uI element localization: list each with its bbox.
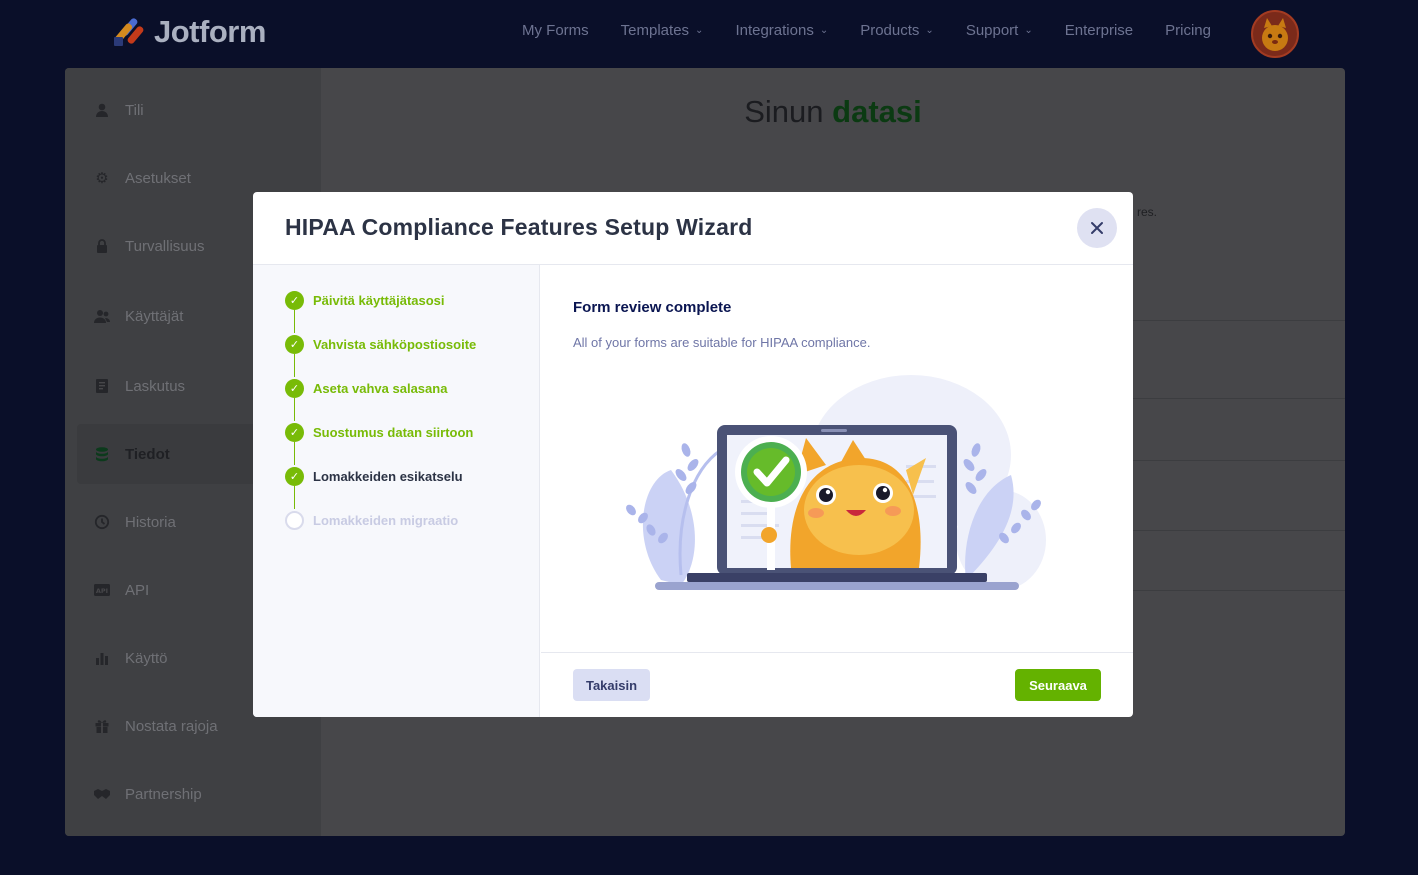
users-icon [93, 307, 111, 325]
sidebar-item-tili[interactable]: Tili [77, 80, 317, 140]
nav-label: My Forms [522, 22, 589, 39]
step-connector [294, 354, 295, 377]
page-title: Sinun datasi [321, 94, 1345, 130]
handshake-icon [93, 785, 111, 803]
nav-label: Products [860, 22, 920, 39]
nav-label: Integrations [735, 22, 814, 39]
check-icon: ✓ [285, 378, 304, 398]
sidebar-item-label: Historia [125, 513, 176, 531]
check-icon: ✓ [285, 466, 304, 486]
gear-icon: ⚙ [95, 170, 109, 187]
step-connector [294, 398, 295, 421]
close-icon [1091, 222, 1103, 234]
nav-label: Templates [620, 22, 690, 39]
svg-text:API: API [96, 587, 108, 595]
step-connector [294, 486, 295, 509]
sidebar-item-label: Käyttö [125, 649, 168, 667]
page-title-highlight: datasi [832, 94, 922, 129]
back-button[interactable]: Takaisin [573, 669, 650, 701]
nav-pricing[interactable]: Pricing [1165, 22, 1211, 39]
sidebar-item-label: Tiedot [125, 445, 170, 463]
sidebar-item-label: API [125, 581, 150, 599]
nav-label: Support [965, 22, 1019, 39]
wizard-step-pending: Lomakkeiden migraatio [285, 510, 458, 530]
chevron-down-icon: ⌄ [695, 25, 704, 36]
wizard-content: Form review complete All of your forms a… [541, 265, 1133, 652]
wizard-step: ✓ Vahvista sähköpostiosoite [285, 334, 476, 354]
wizard-step: ✓ Suostumus datan siirtoon [285, 422, 473, 442]
sidebar-item-label: Partnership [125, 785, 202, 803]
nav-support[interactable]: Support ⌄ [966, 22, 1033, 39]
jotform-logo[interactable]: Jotform [112, 12, 266, 52]
check-icon: ✓ [285, 422, 304, 442]
nav-products[interactable]: Products ⌄ [860, 22, 934, 39]
chevron-down-icon: ⌄ [1024, 25, 1033, 36]
step-label: Päivitä käyttäjätasosi [313, 292, 445, 308]
sidebar-item-label: Turvallisuus [125, 237, 205, 255]
wizard-step: ✓ Päivitä käyttäjätasosi [285, 290, 445, 310]
top-navigation: Jotform My Forms Templates ⌄ Integration… [0, 0, 1418, 68]
step-label: Suostumus datan siirtoon [313, 424, 474, 440]
api-icon: API [93, 581, 111, 599]
mascot-laptop-illustration [626, 375, 1046, 590]
wizard-steps: ✓ Päivitä käyttäjätasosi ✓ Vahvista sähk… [253, 265, 540, 717]
sidebar-item-label: Käyttäjät [125, 307, 184, 325]
nav-templates[interactable]: Templates ⌄ [621, 22, 704, 39]
nav-label: Pricing [1165, 22, 1211, 39]
lock-icon [93, 237, 111, 255]
nav-integrations[interactable]: Integrations ⌄ [735, 22, 828, 39]
nav-my-forms[interactable]: My Forms [522, 22, 589, 39]
sidebar-item-label: Nostata rajoja [125, 717, 218, 735]
modal-footer: Takaisin Seuraava [541, 652, 1133, 717]
step-connector [294, 310, 295, 333]
step-label: Lomakkeiden migraatio [313, 512, 459, 528]
modal-header: HIPAA Compliance Features Setup Wizard [253, 192, 1133, 265]
step-label: Lomakkeiden esikatselu [313, 468, 463, 484]
avatar-mascot-icon [1262, 18, 1288, 51]
sidebar-item-partnership[interactable]: Partnership [77, 764, 317, 824]
nav-label: Enterprise [1064, 22, 1134, 39]
jotform-logo-icon [112, 15, 145, 49]
check-icon: ✓ [285, 290, 304, 310]
invoice-icon [93, 377, 111, 395]
sidebar-item-label: Tili [125, 101, 144, 119]
wizard-step-current: ✓ Lomakkeiden esikatselu [285, 466, 463, 486]
database-icon [93, 445, 111, 463]
close-button[interactable] [1077, 208, 1117, 248]
page-title-prefix: Sinun [744, 94, 824, 129]
step-label: Aseta vahva salasana [313, 380, 448, 396]
check-icon: ✓ [285, 334, 304, 354]
chevron-down-icon: ⌄ [925, 25, 934, 36]
content-description: All of your forms are suitable for HIPAA… [573, 335, 871, 350]
content-title: Form review complete [573, 299, 732, 316]
modal-title: HIPAA Compliance Features Setup Wizard [285, 214, 753, 240]
step-connector [294, 442, 295, 465]
history-icon [93, 513, 111, 531]
sidebar-item-label: Laskutus [125, 377, 186, 395]
wizard-step: ✓ Aseta vahva salasana [285, 378, 447, 398]
user-avatar[interactable] [1251, 10, 1299, 58]
nav-menu: My Forms Templates ⌄ Integrations ⌄ Prod… [522, 22, 1243, 39]
sidebar-item-label: Asetukset [125, 169, 191, 187]
background-text-fragment: res. [1137, 205, 1158, 219]
bar-chart-icon [93, 649, 111, 667]
step-label: Vahvista sähköpostiosoite [313, 336, 477, 352]
hipaa-wizard-modal: HIPAA Compliance Features Setup Wizard ✓… [253, 192, 1133, 717]
user-icon [93, 101, 111, 119]
gift-icon [93, 717, 111, 735]
next-button[interactable]: Seuraava [1015, 669, 1101, 701]
chevron-down-icon: ⌄ [819, 25, 829, 36]
brand-name: Jotform [154, 14, 266, 49]
empty-circle-icon [285, 510, 304, 530]
nav-enterprise[interactable]: Enterprise [1065, 22, 1133, 39]
